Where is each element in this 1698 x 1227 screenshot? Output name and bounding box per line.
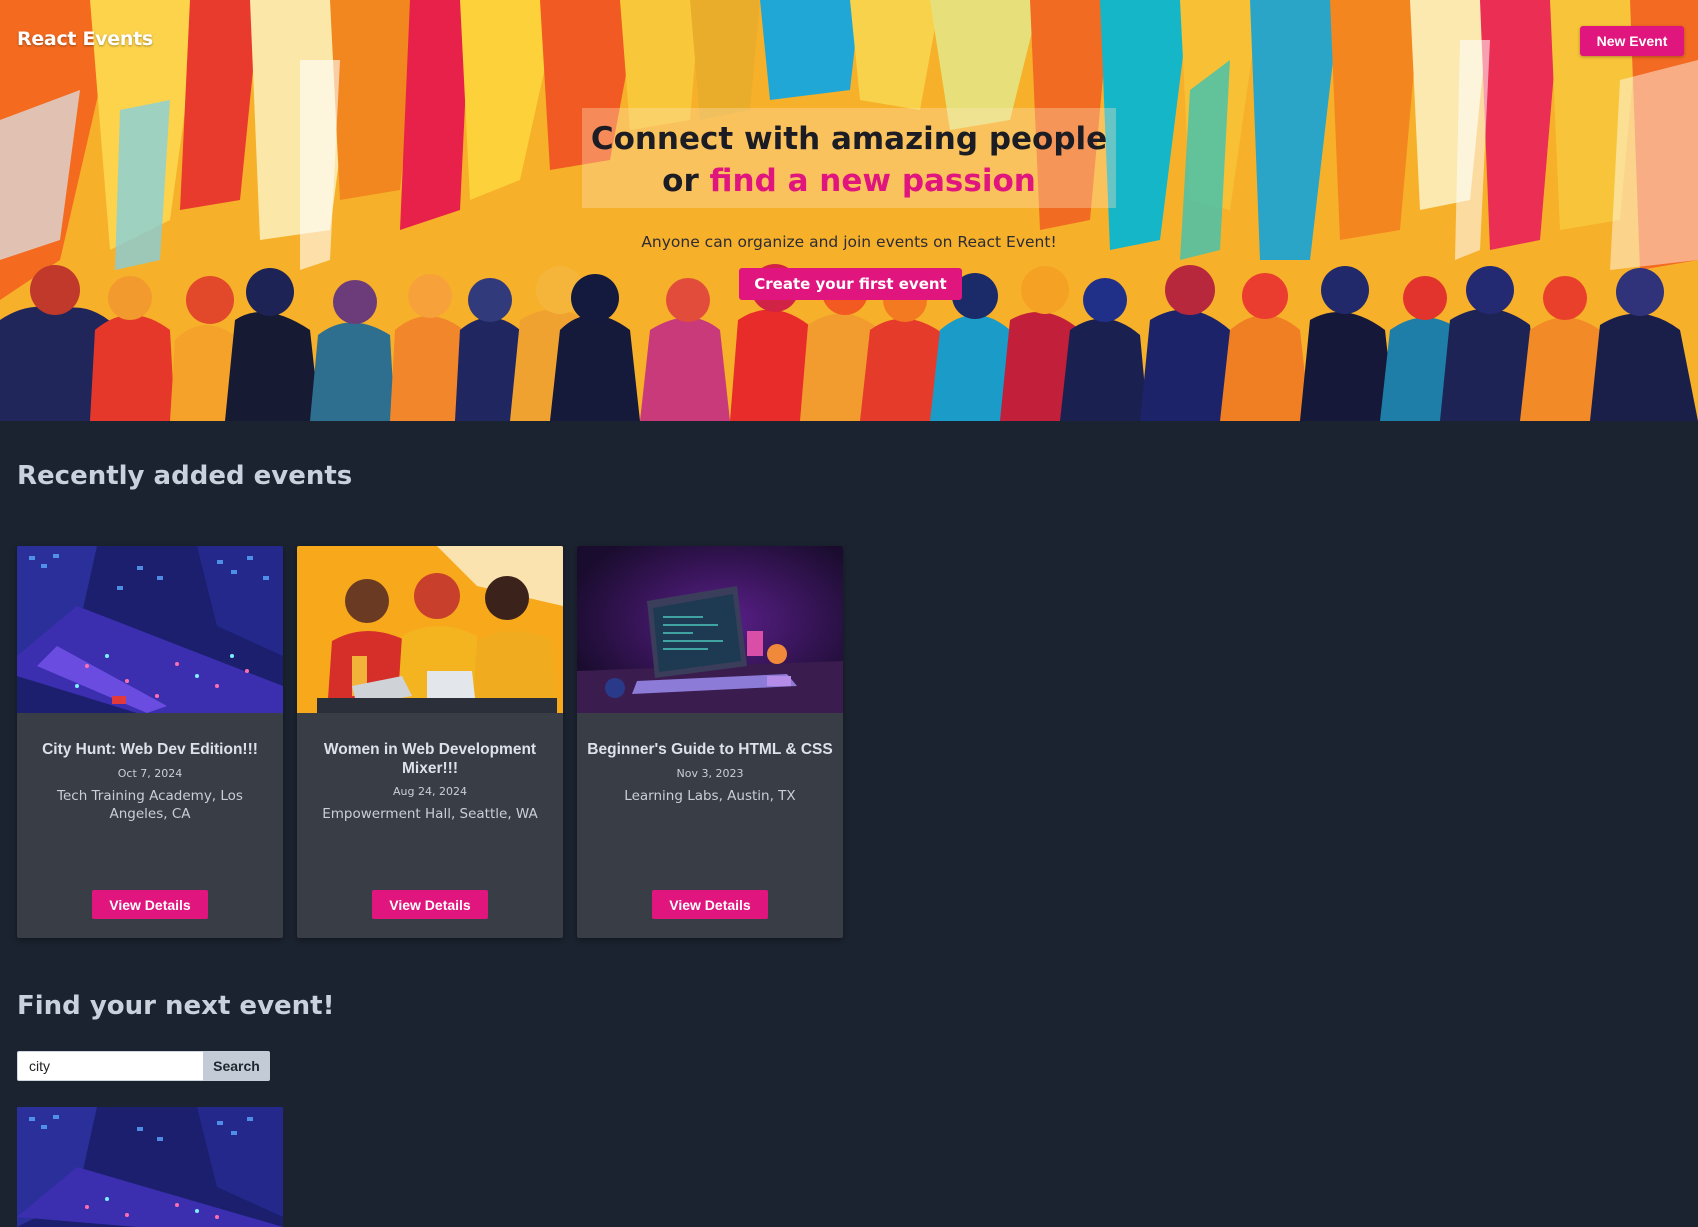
view-details-button[interactable]: View Details [372,890,488,919]
hero-title: Connect with amazing people or find a ne… [0,118,1698,202]
hero-subtitle: Anyone can organize and join events on R… [641,233,1057,251]
hero-title-line1: Connect with amazing people [590,121,1108,157]
women-with-laptops-image [297,546,563,713]
event-date: Oct 7, 2024 [117,767,183,780]
event-card: Women in Web Development Mixer!!! Aug 24… [297,546,563,938]
search-input[interactable] [17,1051,203,1081]
isometric-city-night-image [17,546,283,713]
event-date: Aug 24, 2024 [393,785,467,798]
crowd-illustration [0,0,1698,421]
event-date: Nov 3, 2023 [676,767,744,780]
view-details-button[interactable]: View Details [92,890,208,919]
hero-title-prefix: or [662,163,710,199]
create-first-event-button[interactable]: Create your first event [739,268,962,300]
event-card: City Hunt: Web Dev Edition!!! Oct 7, 202… [17,546,283,938]
event-title: City Hunt: Web Dev Edition!!! [42,741,258,758]
hero-title-line2: or find a new passion [0,160,1698,202]
event-card: Beginner's Guide to HTML & CSS Nov 3, 20… [577,546,843,938]
view-details-button[interactable]: View Details [652,890,768,919]
hero-title-accent: find a new passion [709,163,1036,199]
recent-events-heading: Recently added events [17,461,353,491]
event-location: Empowerment Hall, Seattle, WA [322,806,538,822]
search-button[interactable]: Search [203,1051,270,1081]
find-event-heading: Find your next event! [17,991,335,1021]
search-result-card[interactable] [17,1107,283,1227]
brand-logo[interactable]: React Events [17,28,153,50]
isometric-city-night-image [17,1107,283,1227]
event-title: Beginner's Guide to HTML & CSS [587,741,833,758]
event-title: Women in Web Development Mixer!!! [323,741,537,777]
new-event-button[interactable]: New Event [1580,26,1684,56]
hero-banner: React Events New Event Connect with amaz… [0,0,1698,421]
laptop-desk-night-image [577,546,843,713]
event-location: Learning Labs, Austin, TX [624,788,796,804]
event-location: Tech Training Academy, Los Angeles, CA [57,788,243,822]
